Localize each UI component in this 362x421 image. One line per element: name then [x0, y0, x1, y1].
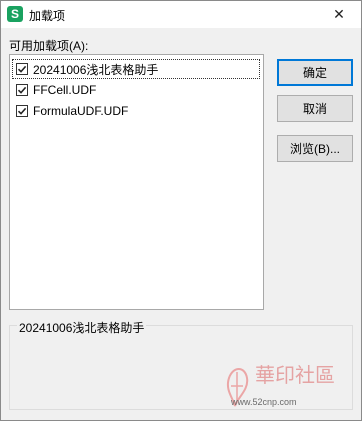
checkbox[interactable]: [16, 105, 28, 117]
checkmark-icon: [17, 107, 27, 115]
list-item[interactable]: FormulaUDF.UDF: [12, 101, 260, 121]
list-item[interactable]: FFCell.UDF: [12, 80, 260, 100]
list-item-label: FFCell.UDF: [33, 83, 97, 97]
svg-text:華印社區: 華印社區: [255, 363, 335, 387]
window-title: 加载项: [29, 9, 66, 23]
group-title: 20241006浅北表格助手: [17, 319, 147, 336]
ok-button[interactable]: 确定: [277, 59, 353, 86]
cancel-button[interactable]: 取消: [277, 95, 353, 122]
list-item-label: FormulaUDF.UDF: [33, 104, 129, 118]
list-item-label: 20241006浅北表格助手: [33, 62, 159, 77]
checkbox[interactable]: [16, 63, 28, 75]
close-button[interactable]: ✕: [317, 1, 361, 28]
watermark-site-text: www.52cnp.com: [231, 397, 297, 407]
checkbox[interactable]: [16, 84, 28, 96]
app-icon: S: [7, 6, 23, 22]
addins-listbox[interactable]: 20241006浅北表格助手 FFCell.UDF FormulaUDF.UDF: [9, 54, 264, 310]
available-addins-label: 可用加载项(A):: [9, 39, 89, 53]
title-bar: S 加载项 ✕: [1, 1, 361, 28]
checkmark-icon: [17, 86, 27, 94]
close-icon: ✕: [333, 6, 345, 22]
checkmark-icon: [17, 65, 27, 73]
add-ins-dialog: S 加载项 ✕ 可用加载项(A): 20241006浅北表格助手 FFCell.…: [0, 0, 362, 421]
browse-button[interactable]: 浏览(B)...: [277, 135, 353, 162]
list-item[interactable]: 20241006浅北表格助手: [12, 59, 260, 79]
